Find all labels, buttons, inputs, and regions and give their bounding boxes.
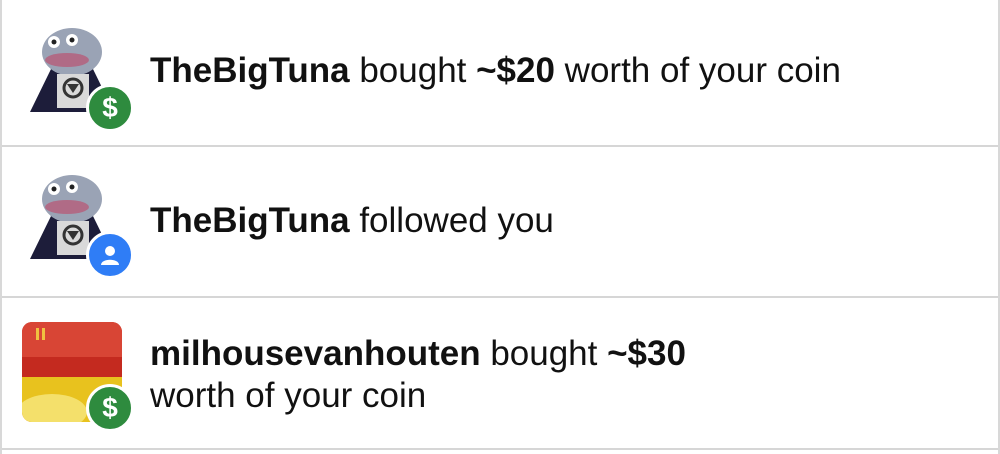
- dollar-icon: $: [86, 384, 134, 432]
- dollar-icon: $: [86, 84, 134, 132]
- user-avatar[interactable]: [22, 169, 134, 279]
- notification-text: milhousevanhouten bought ~$30 worth of y…: [150, 334, 686, 415]
- notification-item[interactable]: TheBigTuna followed you: [2, 147, 998, 298]
- notification-text: TheBigTuna bought ~$20 worth of your coi…: [150, 51, 841, 90]
- notification-list: $ TheBigTuna bought ~$20 worth of your c…: [0, 0, 1000, 454]
- username[interactable]: TheBigTuna: [150, 51, 350, 90]
- user-avatar[interactable]: $: [22, 22, 134, 132]
- amount: ~$20: [476, 51, 555, 90]
- user-avatar[interactable]: $: [22, 322, 134, 432]
- username[interactable]: TheBigTuna: [150, 201, 350, 240]
- person-icon: [86, 231, 134, 279]
- amount: ~$30: [607, 334, 686, 373]
- notification-item[interactable]: $ TheBigTuna bought ~$20 worth of your c…: [2, 0, 998, 147]
- username[interactable]: milhousevanhouten: [150, 334, 481, 373]
- notification-text: TheBigTuna followed you: [150, 201, 554, 240]
- notification-item[interactable]: $ milhousevanhouten bought ~$30 worth of…: [2, 298, 998, 450]
